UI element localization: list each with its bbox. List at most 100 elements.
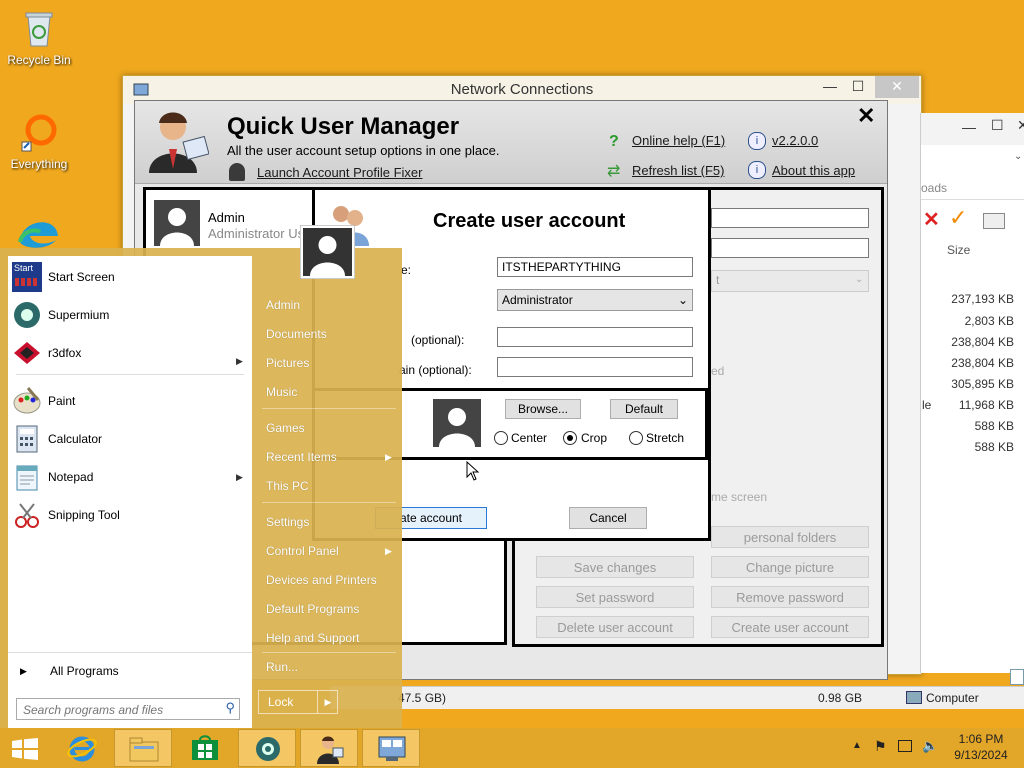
taskbar-quick-user-manager[interactable] — [300, 729, 358, 767]
properties-icon[interactable] — [983, 213, 1005, 229]
password-input[interactable] — [497, 327, 693, 347]
places-pictures[interactable]: Pictures — [266, 356, 309, 370]
check-icon[interactable]: ✓ — [949, 205, 967, 231]
refresh-list-link[interactable]: Refresh list (F5) — [632, 163, 724, 178]
user-picture-tile[interactable] — [300, 225, 355, 279]
start-item-calculator[interactable]: Calculator — [12, 424, 102, 454]
save-changes-button[interactable]: Save changes — [536, 556, 694, 578]
user-manager-logo-icon — [149, 112, 209, 173]
remove-password-button[interactable]: Remove password — [711, 586, 869, 608]
clock[interactable]: 1:06 PM 9/13/2024 — [946, 732, 1016, 762]
user-role: Administrator Us — [208, 226, 305, 241]
places-settings[interactable]: Settings — [266, 515, 309, 529]
lock-button[interactable]: Lock ▶ — [258, 690, 338, 714]
places-control-panel[interactable]: Control Panel — [266, 544, 339, 558]
details-field[interactable] — [711, 238, 869, 258]
file-size: 588 KB — [974, 440, 1014, 454]
app-subtitle: All the user account setup options in on… — [227, 143, 500, 158]
places-this-pc[interactable]: This PC — [266, 479, 309, 493]
lock-label: Lock — [268, 695, 294, 709]
tray-overflow-icon[interactable]: ▲ — [852, 740, 862, 751]
create-user-account-button[interactable]: Create user account — [711, 616, 869, 638]
start-menu-programs-pane: Start Start Screen Supermium r3dfox ▶ Pa… — [8, 256, 252, 728]
places-admin[interactable]: Admin — [266, 298, 300, 312]
taskbar-supermium[interactable] — [238, 729, 296, 767]
minimize-button[interactable]: — — [815, 76, 845, 98]
default-button[interactable]: Default — [610, 399, 678, 419]
account-type-select[interactable]: Administrator ⌄ — [497, 289, 693, 311]
action-center-flag-icon[interactable]: ⚑ — [874, 738, 887, 755]
search-icon[interactable]: ⚲ — [225, 700, 235, 716]
taskbar-file-explorer[interactable] — [114, 729, 172, 767]
set-password-button[interactable]: Set password — [536, 586, 694, 608]
change-picture-button[interactable]: Change picture — [711, 556, 869, 578]
places-run[interactable]: Run... — [266, 660, 298, 674]
details-checkbox-label: ed — [711, 364, 725, 378]
start-item-snipping-tool[interactable]: Snipping Tool — [12, 500, 120, 530]
start-item-start-screen[interactable]: Start Start Screen — [12, 262, 115, 292]
taskbar-internet-explorer[interactable] — [52, 729, 110, 767]
volume-muted-icon[interactable]: 🔈 — [922, 738, 938, 754]
close-button[interactable]: ✕ — [875, 76, 919, 98]
desktop-icon-recycle-bin[interactable]: Recycle Bin — [1, 8, 77, 67]
stretch-radio[interactable] — [629, 431, 643, 445]
crop-radio-dot — [567, 435, 573, 441]
status-disk: 47.5 GB) — [398, 691, 447, 705]
cancel-button[interactable]: Cancel — [569, 507, 647, 529]
start-button[interactable] — [0, 729, 48, 767]
places-recent-items[interactable]: Recent Items — [266, 450, 337, 464]
details-field[interactable] — [711, 208, 869, 228]
close-icon[interactable]: ✕ — [857, 103, 875, 129]
internet-explorer-icon — [67, 736, 97, 762]
delete-user-account-button[interactable]: Delete user account — [536, 616, 694, 638]
taskbar-store[interactable] — [176, 729, 234, 767]
delete-icon[interactable]: ✕ — [923, 207, 940, 232]
online-help-link[interactable]: Online help (F1) — [632, 133, 725, 148]
network-tray-icon[interactable] — [898, 740, 912, 752]
clock-date: 9/13/2024 — [954, 748, 1008, 762]
windows-logo-icon — [12, 738, 38, 760]
search-box[interactable]: ⚲ — [16, 698, 240, 720]
taskbar-network-connections[interactable] — [362, 729, 420, 767]
help-icon: ? — [609, 133, 619, 150]
about-link[interactable]: About this app — [772, 163, 855, 178]
places-help-and-support[interactable]: Help and Support — [266, 631, 359, 645]
view-icon[interactable] — [1010, 669, 1024, 685]
maximize-button[interactable]: ☐ — [843, 76, 873, 98]
start-item-paint[interactable]: Paint — [12, 386, 75, 416]
lock-options-arrow-icon[interactable]: ▶ — [317, 691, 338, 713]
start-item-supermium[interactable]: Supermium — [12, 300, 109, 330]
places-documents[interactable]: Documents — [266, 327, 327, 341]
submenu-arrow-icon: ▶ — [236, 472, 243, 482]
all-programs-button[interactable]: All Programs — [50, 664, 119, 678]
places-music[interactable]: Music — [266, 385, 297, 399]
user-list-item[interactable]: Admin Administrator Us — [150, 198, 320, 248]
desktop-icon-label: Recycle Bin — [7, 53, 71, 67]
user-manager-icon — [317, 736, 344, 764]
column-header-size[interactable]: Size — [947, 243, 970, 257]
maximize-button[interactable]: ☐ — [991, 117, 1004, 134]
places-devices-and-printers[interactable]: Devices and Printers — [266, 573, 377, 587]
desktop-icon-everything[interactable]: Everything — [1, 112, 77, 171]
launch-profile-fixer-link[interactable]: Launch Account Profile Fixer — [257, 165, 422, 180]
start-item-notepad[interactable]: Notepad — [12, 462, 93, 492]
chevron-down-icon[interactable]: ⌄ — [1014, 151, 1022, 162]
snipping-tool-icon — [15, 503, 39, 528]
file-type-partial: le — [922, 398, 932, 412]
minimize-button[interactable]: — — [962, 119, 976, 135]
places-games[interactable]: Games — [266, 421, 305, 435]
domain-input[interactable] — [497, 357, 693, 377]
close-button[interactable]: ✕ — [1017, 117, 1024, 134]
places-default-programs[interactable]: Default Programs — [266, 602, 359, 616]
domain-label: ain (optional): — [399, 363, 472, 377]
search-input[interactable] — [21, 701, 215, 719]
start-item-r3dfox[interactable]: r3dfox — [12, 338, 81, 368]
details-select[interactable]: t — [711, 270, 869, 292]
personal-folders-button[interactable]: personal folders — [711, 526, 869, 548]
edge-icon[interactable] — [16, 212, 62, 248]
submenu-arrow-icon: ▶ — [385, 546, 392, 556]
center-radio[interactable] — [494, 431, 508, 445]
username-input[interactable]: ITSTHEPARTYTHING — [497, 257, 693, 277]
version-link[interactable]: v2.2.0.0 — [772, 133, 818, 148]
browse-button[interactable]: Browse... — [505, 399, 581, 419]
